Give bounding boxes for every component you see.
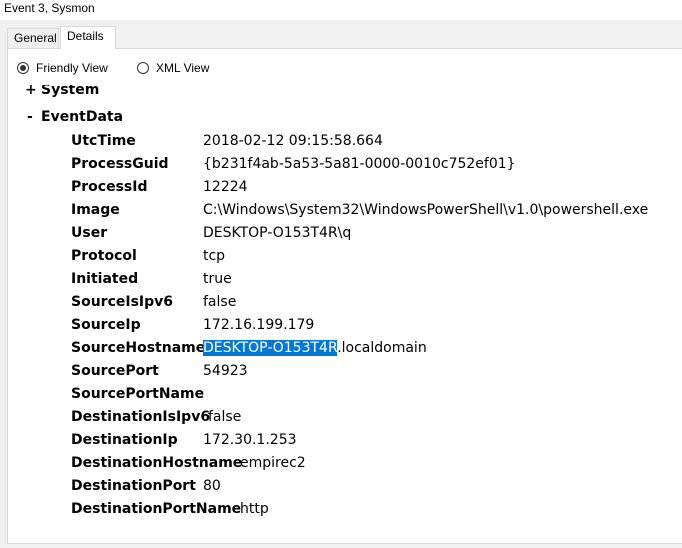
field-key: ProcessId xyxy=(71,179,148,195)
field-value: C:\Windows\System32\WindowsPowerShell\v1… xyxy=(203,202,649,218)
field-value: false xyxy=(203,294,237,310)
field-row-destinationport: DestinationPort 80 xyxy=(25,477,682,495)
xml-view-label: XML View xyxy=(156,61,210,75)
friendly-view-radio[interactable]: Friendly View xyxy=(17,60,108,76)
field-value: empirec2 xyxy=(240,455,306,471)
field-row-sourceport: SourcePort 54923 xyxy=(25,362,682,380)
details-panel: Friendly View XML View + System - EventD… xyxy=(7,48,682,544)
field-key: UtcTime xyxy=(71,133,136,149)
panel-bottom-edge xyxy=(7,544,682,548)
field-key: Protocol xyxy=(71,248,137,264)
field-value: DESKTOP-O153T4R\q xyxy=(203,225,352,241)
event-detail-viewer[interactable]: + System - EventData UtcTime 2018-02-12 … xyxy=(25,85,682,543)
field-value: 172.30.1.253 xyxy=(203,432,297,448)
field-key: SourcePortName xyxy=(71,386,205,402)
field-row-initiated: Initiated true xyxy=(25,270,682,288)
field-row-sourceip: SourceIp 172.16.199.179 xyxy=(25,316,682,334)
tab-general[interactable]: General xyxy=(7,28,59,48)
field-key: ProcessGuid xyxy=(71,156,169,172)
tab-details[interactable]: Details xyxy=(60,26,116,49)
field-value: 12224 xyxy=(203,179,248,195)
tree-node-eventdata[interactable]: - EventData xyxy=(25,108,325,126)
node-label: System xyxy=(41,85,100,98)
field-value: http xyxy=(240,501,269,517)
field-row-destinationportname: DestinationPortName http xyxy=(25,500,682,518)
xml-view-radio[interactable]: XML View xyxy=(137,60,209,76)
field-row-destinationisipv6: DestinationIsIpv6 false xyxy=(25,408,682,426)
field-row-sourceportname: SourcePortName xyxy=(25,385,682,403)
field-value: tcp xyxy=(203,248,226,264)
field-value: 54923 xyxy=(203,363,248,379)
field-key: DestinationIp xyxy=(71,432,178,448)
field-value: 172.16.199.179 xyxy=(203,317,315,333)
field-row-destinationip: DestinationIp 172.30.1.253 xyxy=(25,431,682,449)
field-row-destinationhostname: DestinationHostname empirec2 xyxy=(25,454,682,472)
unselected-text: .localdomain xyxy=(337,340,427,356)
field-row-user: User DESKTOP-O153T4R\q xyxy=(25,224,682,242)
field-key: SourceIsIpv6 xyxy=(71,294,174,310)
window-title: Event 3, Sysmon xyxy=(0,0,682,20)
field-value: {b231f4ab-5a53-5a81-0000-0010c752ef01} xyxy=(203,156,516,172)
field-row-processid: ProcessId 12224 xyxy=(25,178,682,196)
field-key: Initiated xyxy=(71,271,139,287)
field-key: SourceIp xyxy=(71,317,141,333)
field-key: Image xyxy=(71,202,120,218)
field-key: DestinationIsIpv6 xyxy=(71,409,211,425)
field-row-protocol: Protocol tcp xyxy=(25,247,682,265)
field-key: SourcePort xyxy=(71,363,159,379)
field-row-sourcehostname: SourceHostname DESKTOP-O153T4R.localdoma… xyxy=(25,339,682,357)
field-value: 2018-02-12 09:15:58.664 xyxy=(203,133,383,149)
field-key: DestinationPort xyxy=(71,478,196,494)
field-row-image: Image C:\Windows\System32\WindowsPowerSh… xyxy=(25,201,682,219)
collapse-icon[interactable]: - xyxy=(27,108,33,126)
field-key: DestinationPortName xyxy=(71,501,242,517)
expand-icon[interactable]: + xyxy=(25,85,37,99)
field-value[interactable]: DESKTOP-O153T4R.localdomain xyxy=(203,339,427,357)
radio-unselected-icon[interactable] xyxy=(137,62,149,74)
field-value: false xyxy=(208,409,242,425)
tree-node-system[interactable]: + System xyxy=(25,85,325,99)
field-row-sourceisipv6: SourceIsIpv6 false xyxy=(25,293,682,311)
radio-selected-icon[interactable] xyxy=(17,62,29,74)
field-key: User xyxy=(71,225,108,241)
field-value: 80 xyxy=(203,478,221,494)
selected-text[interactable]: DESKTOP-O153T4R xyxy=(203,340,338,356)
friendly-view-label: Friendly View xyxy=(36,61,108,75)
node-label: EventData xyxy=(41,109,124,125)
field-key: SourceHostname xyxy=(71,340,206,356)
field-value: true xyxy=(203,271,232,287)
field-row-processguid: ProcessGuid {b231f4ab-5a53-5a81-0000-001… xyxy=(25,155,682,173)
field-key: DestinationHostname xyxy=(71,455,243,471)
field-row-utctime: UtcTime 2018-02-12 09:15:58.664 xyxy=(25,132,682,150)
